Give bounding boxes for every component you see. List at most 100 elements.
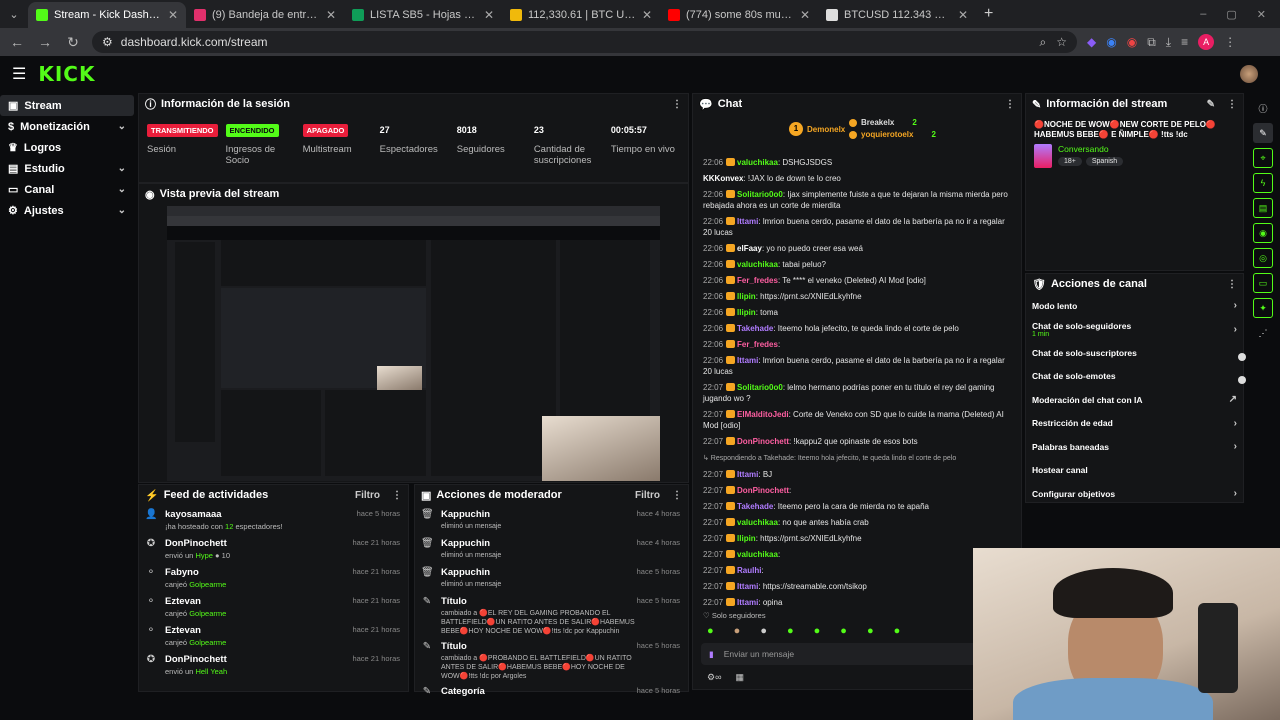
chat-username[interactable]: Ittami xyxy=(737,598,758,607)
chat-message[interactable]: 22:07 Takehade: Iteemo pero la cara de mi… xyxy=(693,498,1021,514)
extensions-puzzle-icon[interactable]: ⧉ xyxy=(1147,35,1156,50)
chat-message[interactable]: 22:06 Fer_fredes: Te **** el veneko (Dele… xyxy=(693,272,1021,288)
top-gifter[interactable]: yoquierotoelx 2 xyxy=(849,130,936,139)
feed-username[interactable]: DonPinochett xyxy=(165,654,227,665)
chat-username[interactable]: Takehade xyxy=(737,502,773,511)
mod-action-item[interactable]: ✎ Título cambiado a 🔴EL REY DEL GAMING PRO… xyxy=(415,592,688,637)
chat-bubble-icon[interactable]: ◉ xyxy=(1253,223,1273,243)
chat-settings-icon[interactable]: ⚙∞ xyxy=(707,672,721,683)
browser-tab[interactable]: BTCUSD 112.343 ▼ −0.52% Sin ✕ xyxy=(818,2,976,28)
channel-action[interactable]: Chat de solo-suscriptores xyxy=(1026,341,1243,365)
chat-username[interactable]: valuchikaa xyxy=(737,518,778,527)
channel-action[interactable]: Configurar objetivos › xyxy=(1026,482,1243,506)
chevron-right-icon[interactable]: › xyxy=(1234,324,1237,335)
feed-username[interactable]: kayosamaaa xyxy=(165,509,283,520)
emote-icon[interactable]: ● xyxy=(760,625,767,637)
chat-username[interactable]: Raulhi xyxy=(737,566,761,575)
chat-message[interactable]: 22:06 Fer_fredes: xyxy=(693,336,1021,352)
chevron-down-icon[interactable]: ⌄ xyxy=(118,184,126,195)
chat-message[interactable]: 22:07 valuchikaa: xyxy=(693,546,1021,562)
feed-item[interactable]: ⚬ Eztevan canjeó Golpearme hace 21 horas xyxy=(139,621,408,650)
feed-item[interactable]: 👤 kayosamaaa ¡ha hosteado con 12 espectado… xyxy=(139,505,408,534)
feed-item[interactable]: ⚬ Eztevan canjeó Golpearme hace 21 horas xyxy=(139,592,408,621)
close-tab-icon[interactable]: ✕ xyxy=(800,8,810,22)
top-gifter[interactable]: Breakelx 2 xyxy=(849,118,917,127)
chat-username[interactable]: Takehade xyxy=(737,324,773,333)
category-name[interactable]: Conversando xyxy=(1058,144,1123,154)
profile-avatar[interactable]: A xyxy=(1198,34,1215,50)
chat-message[interactable]: 22:07 Ittami: https://streamable.com/tsik… xyxy=(693,578,1021,594)
chat-message[interactable]: 22:07 DonPinochett: xyxy=(693,482,1021,498)
sidebar-item-canal[interactable]: ▭ Canal ⌄ xyxy=(0,179,134,200)
chat-username[interactable]: elFaay xyxy=(737,244,762,253)
chat-message[interactable]: 22:07 valuchikaa: no que antes había crab xyxy=(693,514,1021,530)
chat-username[interactable]: valuchikaa xyxy=(737,550,778,559)
chat-message[interactable]: 22:06 valuchikaa: DSHGJSDGS xyxy=(693,154,1021,170)
chat-username[interactable]: ElMalditoJedi xyxy=(737,410,789,419)
channel-action[interactable]: Hostear canal xyxy=(1026,459,1243,483)
chat-message[interactable]: 22:06 Solitario0o0: Ijax simplemente fuis… xyxy=(693,186,1021,213)
chat-username[interactable]: valuchikaa xyxy=(737,260,778,269)
feed-username[interactable]: Fabyno xyxy=(165,567,226,578)
target-icon[interactable]: ⌖ xyxy=(1253,148,1273,168)
tab-search-icon[interactable]: ⌄ xyxy=(0,8,28,21)
feed-item[interactable]: ✪ DonPinochett envió un Hype ● 10 hace 21 h… xyxy=(139,534,408,563)
lightning-icon[interactable]: ϟ xyxy=(1253,173,1273,193)
kick-logo[interactable]: KICK xyxy=(38,62,95,86)
chat-message[interactable]: 22:06 valuchikaa: tabai peluo? xyxy=(693,256,1021,272)
emote-icon[interactable]: ● xyxy=(814,625,821,637)
mod-action-item[interactable]: 🗑 Kappuchin eliminó un mensaje hace 4 horas xyxy=(415,505,688,534)
feed-item[interactable]: ⚬ Fabyno canjeó Golpearme hace 21 horas xyxy=(139,563,408,592)
edit-icon[interactable]: ✎ xyxy=(1253,123,1273,143)
chat-username[interactable]: DonPinochett xyxy=(737,437,789,446)
chat-message[interactable]: KKKonvex: !JAX lo de down te lo creo xyxy=(693,170,1021,186)
close-window-icon[interactable]: ✕ xyxy=(1257,8,1266,21)
chat-message[interactable]: 22:06 llipin: toma xyxy=(693,304,1021,320)
browser-tab[interactable]: 112,330.61 | BTC USDT | Bitcoin ✕ xyxy=(502,2,660,28)
channel-action[interactable]: Moderación del chat con IA ↗ xyxy=(1026,388,1243,412)
close-tab-icon[interactable]: ✕ xyxy=(958,8,968,22)
channel-action[interactable]: Restricción de edad › xyxy=(1026,412,1243,436)
chat-username[interactable]: Ittami xyxy=(737,217,758,226)
zoom-icon[interactable]: ⌕ xyxy=(1040,35,1047,50)
filter-button[interactable]: Filtro xyxy=(355,490,380,501)
mod-action-item[interactable]: ✎ Categoría hace 5 horas xyxy=(415,682,688,711)
minimize-icon[interactable]: – xyxy=(1200,8,1206,21)
broadcast-icon[interactable]: ◎ xyxy=(1253,248,1273,268)
chevron-right-icon[interactable]: › xyxy=(1234,300,1237,311)
feed-username[interactable]: Eztevan xyxy=(165,625,226,636)
sidebar-item-estudio[interactable]: ▤ Estudio ⌄ xyxy=(0,158,134,179)
browser-tab[interactable]: Stream - Kick Dashboard ✕ xyxy=(28,2,186,28)
chat-username[interactable]: KKKonvex xyxy=(703,174,743,183)
chat-username[interactable]: DonPinochett xyxy=(737,486,789,495)
chat-username[interactable]: llipin xyxy=(737,308,756,317)
mod-action-item[interactable]: 🗑 Kappuchin eliminó un mensaje hace 4 horas xyxy=(415,534,688,563)
chevron-right-icon[interactable]: › xyxy=(1234,441,1237,452)
more-options-icon[interactable]: ⋮ xyxy=(1227,279,1237,290)
chevron-down-icon[interactable]: ⌄ xyxy=(118,163,126,174)
browser-tab[interactable]: (9) Bandeja de entrada • Chats ✕ xyxy=(186,2,344,28)
feed-item[interactable]: ✪ DonPinochett envió un Hell Yeah hace 21 h… xyxy=(139,650,408,679)
chat-username[interactable]: Solitario0o0 xyxy=(737,190,783,199)
more-options-icon[interactable]: ⋮ xyxy=(672,99,682,110)
chat-message[interactable]: 22:06 llipin: https://prnt.sc/XNIEdLkyhfn… xyxy=(693,288,1021,304)
more-options-icon[interactable]: ⋮ xyxy=(392,490,402,501)
chat-username[interactable]: Ittami xyxy=(737,582,758,591)
chat-message[interactable]: 22:07 Ittami: opina xyxy=(693,594,1021,609)
feed-username[interactable]: Eztevan xyxy=(165,596,226,607)
chevron-right-icon[interactable]: › xyxy=(1234,418,1237,429)
chat-message[interactable]: 22:06 elFaay: yo no puedo creer esa weá xyxy=(693,240,1021,256)
edit-icon[interactable]: ✎ xyxy=(1207,99,1215,110)
emote-icon[interactable]: ● xyxy=(840,625,847,637)
close-tab-icon[interactable]: ✕ xyxy=(484,8,494,22)
chat-message[interactable]: 22:07 Solitario0o0: lelmo hermano podrías… xyxy=(693,379,1021,406)
channel-action[interactable]: Palabras baneadas › xyxy=(1026,435,1243,459)
sidebar-item-monetización[interactable]: $ Monetización ⌄ xyxy=(0,116,134,137)
more-options-icon[interactable]: ⋮ xyxy=(672,490,682,501)
chat-message[interactable]: 22:06 Takehade: Iteemo hola jefecito, te … xyxy=(693,320,1021,336)
chat-username[interactable]: Fer_fredes xyxy=(737,276,778,285)
media-icon[interactable]: ≡ xyxy=(1181,35,1188,49)
document-icon[interactable]: ▤ xyxy=(1253,198,1273,218)
extension-icon[interactable]: ◉ xyxy=(1127,35,1137,49)
chat-message[interactable]: 22:07 llipin: https://prnt.sc/XNIEdLkyhfn… xyxy=(693,530,1021,546)
